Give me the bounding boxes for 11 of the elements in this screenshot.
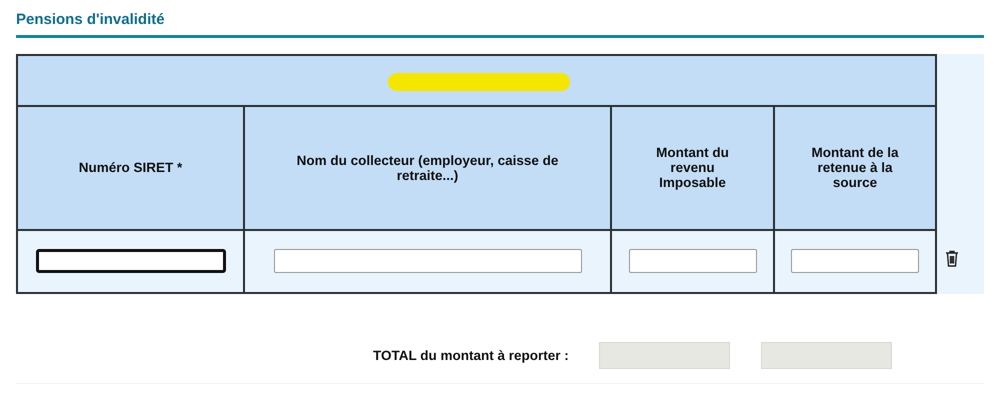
column-header: Montant de la retenue à la source [774, 106, 936, 230]
trash-icon[interactable] [944, 250, 958, 267]
section-title: Pensions d'invalidité [16, 10, 165, 30]
input-field[interactable] [628, 249, 756, 274]
input-field[interactable] [791, 249, 919, 274]
column-header: Nom du collecteur (employeur, caisse de retraite...) [244, 106, 611, 230]
total-label: TOTAL du montant à reporter : [373, 348, 569, 362]
column-header: Montant du revenu Imposable [611, 106, 774, 230]
input-field[interactable] [274, 249, 582, 274]
input-field[interactable] [36, 249, 226, 274]
column-header: Numéro SIRET * [17, 106, 244, 230]
